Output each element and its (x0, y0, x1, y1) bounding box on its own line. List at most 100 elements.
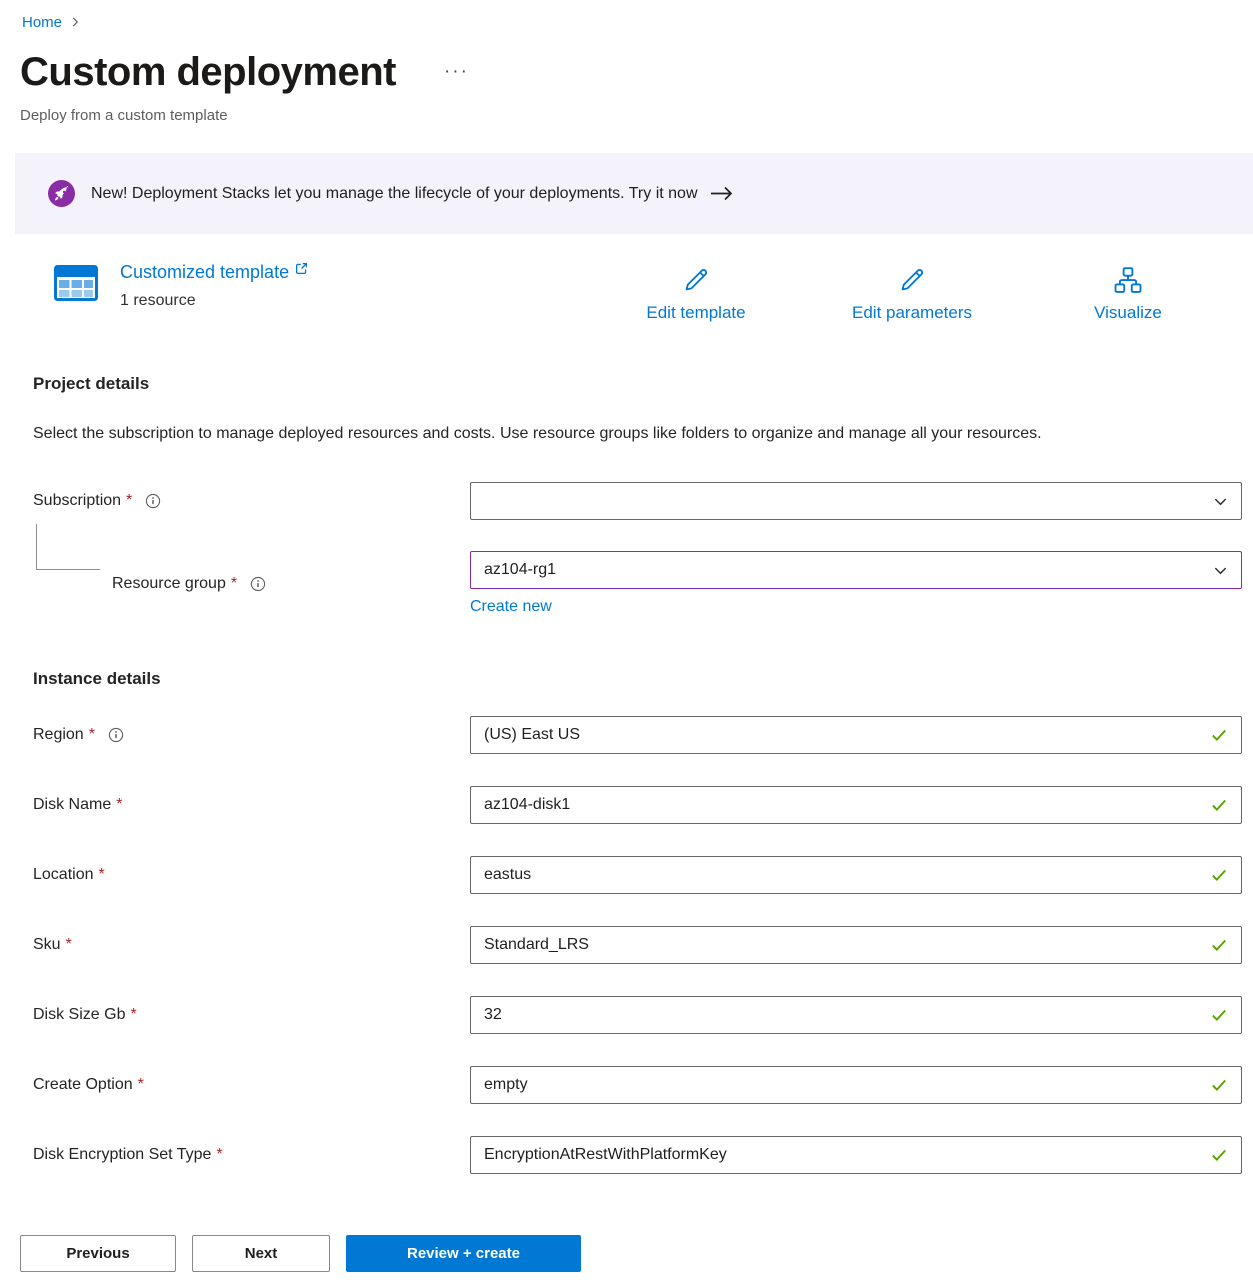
title-row: Custom deployment ··· (20, 48, 1242, 96)
location-value: eastus (484, 866, 531, 884)
location-label-text: Location (33, 866, 94, 883)
resource-group-dropdown[interactable]: az104-rg1 (470, 551, 1242, 589)
disk-encryption-set-type-label-text: Disk Encryption Set Type (33, 1146, 211, 1163)
instance-details-section: Instance details Region* (US) Eas (20, 668, 1242, 1174)
chevron-down-icon (1213, 494, 1228, 509)
subscription-row: Subscription* (33, 482, 1242, 520)
page-subtitle: Deploy from a custom template (20, 106, 1242, 125)
subscription-label: Subscription* (33, 492, 470, 510)
location-input[interactable]: eastus (470, 856, 1242, 894)
valid-check-icon (1210, 866, 1228, 884)
previous-button[interactable]: Previous (20, 1235, 176, 1272)
required-marker: * (216, 1146, 222, 1163)
edit-template-button[interactable]: Edit template (616, 265, 776, 323)
create-option-value: empty (484, 1076, 528, 1094)
visualize-label: Visualize (1094, 303, 1162, 323)
project-details-heading: Project details (33, 373, 1242, 395)
banner-text: New! Deployment Stacks let you manage th… (91, 185, 698, 203)
project-details-section: Project details Select the subscription … (20, 373, 1242, 616)
edit-parameters-button[interactable]: Edit parameters (832, 265, 992, 323)
region-label: Region * (33, 726, 470, 744)
valid-check-icon (1210, 1146, 1228, 1164)
visualize-button[interactable]: Visualize (1048, 265, 1208, 323)
valid-check-icon (1210, 796, 1228, 814)
create-new-link[interactable]: Create new (470, 598, 552, 616)
valid-check-icon (1210, 1076, 1228, 1094)
valid-check-icon (1210, 726, 1228, 744)
required-marker: * (130, 1006, 136, 1023)
disk-name-row: Disk Name * az104-disk1 (33, 786, 1242, 824)
rocket-icon (48, 180, 75, 207)
external-link-icon (295, 262, 308, 275)
info-icon[interactable] (250, 576, 266, 592)
disk-name-value: az104-disk1 (484, 796, 570, 814)
disk-encryption-set-type-input[interactable]: EncryptionAtRestWithPlatformKey (470, 1136, 1242, 1174)
project-fields: Subscription * (33, 482, 1242, 616)
location-label: Location * (33, 866, 470, 884)
wizard-footer: Previous Next Review + create (0, 1210, 1253, 1280)
info-icon[interactable] (145, 493, 161, 509)
disk-size-value: 32 (484, 1006, 502, 1024)
resource-count: 1 resource (120, 292, 308, 310)
disk-name-label-text: Disk Name (33, 796, 111, 813)
subscription-group-connector-line (36, 524, 100, 570)
sku-row: Sku * Standard_LRS (33, 926, 1242, 964)
sku-label-text: Sku (33, 936, 61, 953)
sku-label: Sku * (33, 936, 470, 954)
project-details-description: Select the subscription to manage deploy… (33, 418, 1188, 449)
template-icon (52, 259, 100, 312)
template-summary-row: Customized template 1 resource Edit temp… (20, 259, 1242, 323)
required-marker: * (231, 575, 237, 592)
resource-group-label: Resource group * (33, 575, 470, 593)
page-title: Custom deployment (20, 48, 396, 96)
valid-check-icon (1210, 1006, 1228, 1024)
template-actions: Edit template Edit parameters Visualize (616, 259, 1208, 323)
region-row: Region * (US) East US (33, 716, 1242, 754)
disk-encryption-set-type-value: EncryptionAtRestWithPlatformKey (484, 1146, 727, 1164)
required-marker: * (66, 936, 72, 953)
sku-value: Standard_LRS (484, 936, 589, 954)
resource-group-label-text: Resource group (112, 575, 226, 592)
disk-name-input[interactable]: az104-disk1 (470, 786, 1242, 824)
template-name: Customized template (120, 261, 289, 283)
edit-template-label: Edit template (646, 303, 745, 323)
required-marker: * (138, 1076, 144, 1093)
customized-template-link[interactable]: Customized template (120, 261, 308, 283)
sku-input[interactable]: Standard_LRS (470, 926, 1242, 964)
more-menu-button[interactable]: ··· (440, 57, 473, 87)
pencil-icon (897, 265, 927, 295)
region-value: (US) East US (484, 726, 580, 744)
org-chart-icon (1113, 265, 1143, 295)
pencil-icon (681, 265, 711, 295)
disk-size-input[interactable]: 32 (470, 996, 1242, 1034)
next-button[interactable]: Next (192, 1235, 330, 1272)
disk-size-label-text: Disk Size Gb (33, 1006, 125, 1023)
info-icon[interactable] (108, 727, 124, 743)
resource-group-value: az104-rg1 (484, 561, 556, 579)
disk-name-label: Disk Name * (33, 796, 470, 814)
disk-size-label: Disk Size Gb * (33, 1006, 470, 1024)
location-row: Location * eastus (33, 856, 1242, 894)
required-marker: * (116, 796, 122, 813)
breadcrumb-home-link[interactable]: Home (22, 14, 62, 31)
region-input[interactable]: (US) East US (470, 716, 1242, 754)
required-marker: * (89, 726, 95, 743)
resource-group-row: Resource group * az104-rg1 (33, 551, 1242, 616)
subscription-label-text: Subscription (33, 492, 121, 509)
disk-encryption-set-type-row: Disk Encryption Set Type * EncryptionAtRe… (33, 1136, 1242, 1174)
disk-size-row: Disk Size Gb * 32 (33, 996, 1242, 1034)
region-label-text: Region (33, 726, 84, 743)
create-option-label: Create Option* (33, 1076, 470, 1094)
instance-fields: Region * (US) East US (33, 716, 1242, 1174)
disk-encryption-set-type-label: Disk Encryption Set Type * (33, 1146, 470, 1164)
breadcrumb: Home (22, 12, 1242, 32)
required-marker: * (99, 866, 105, 883)
arrow-right-icon (710, 186, 733, 201)
subscription-dropdown[interactable] (470, 482, 1242, 520)
chevron-down-icon (1213, 563, 1228, 578)
custom-deployment-page: Home Custom deployment ··· Deploy from a… (0, 0, 1253, 1280)
deployment-stacks-banner[interactable]: New! Deployment Stacks let you manage th… (15, 153, 1253, 234)
review-create-button[interactable]: Review + create (346, 1235, 581, 1272)
create-option-input[interactable]: empty (470, 1066, 1242, 1104)
valid-check-icon (1210, 936, 1228, 954)
